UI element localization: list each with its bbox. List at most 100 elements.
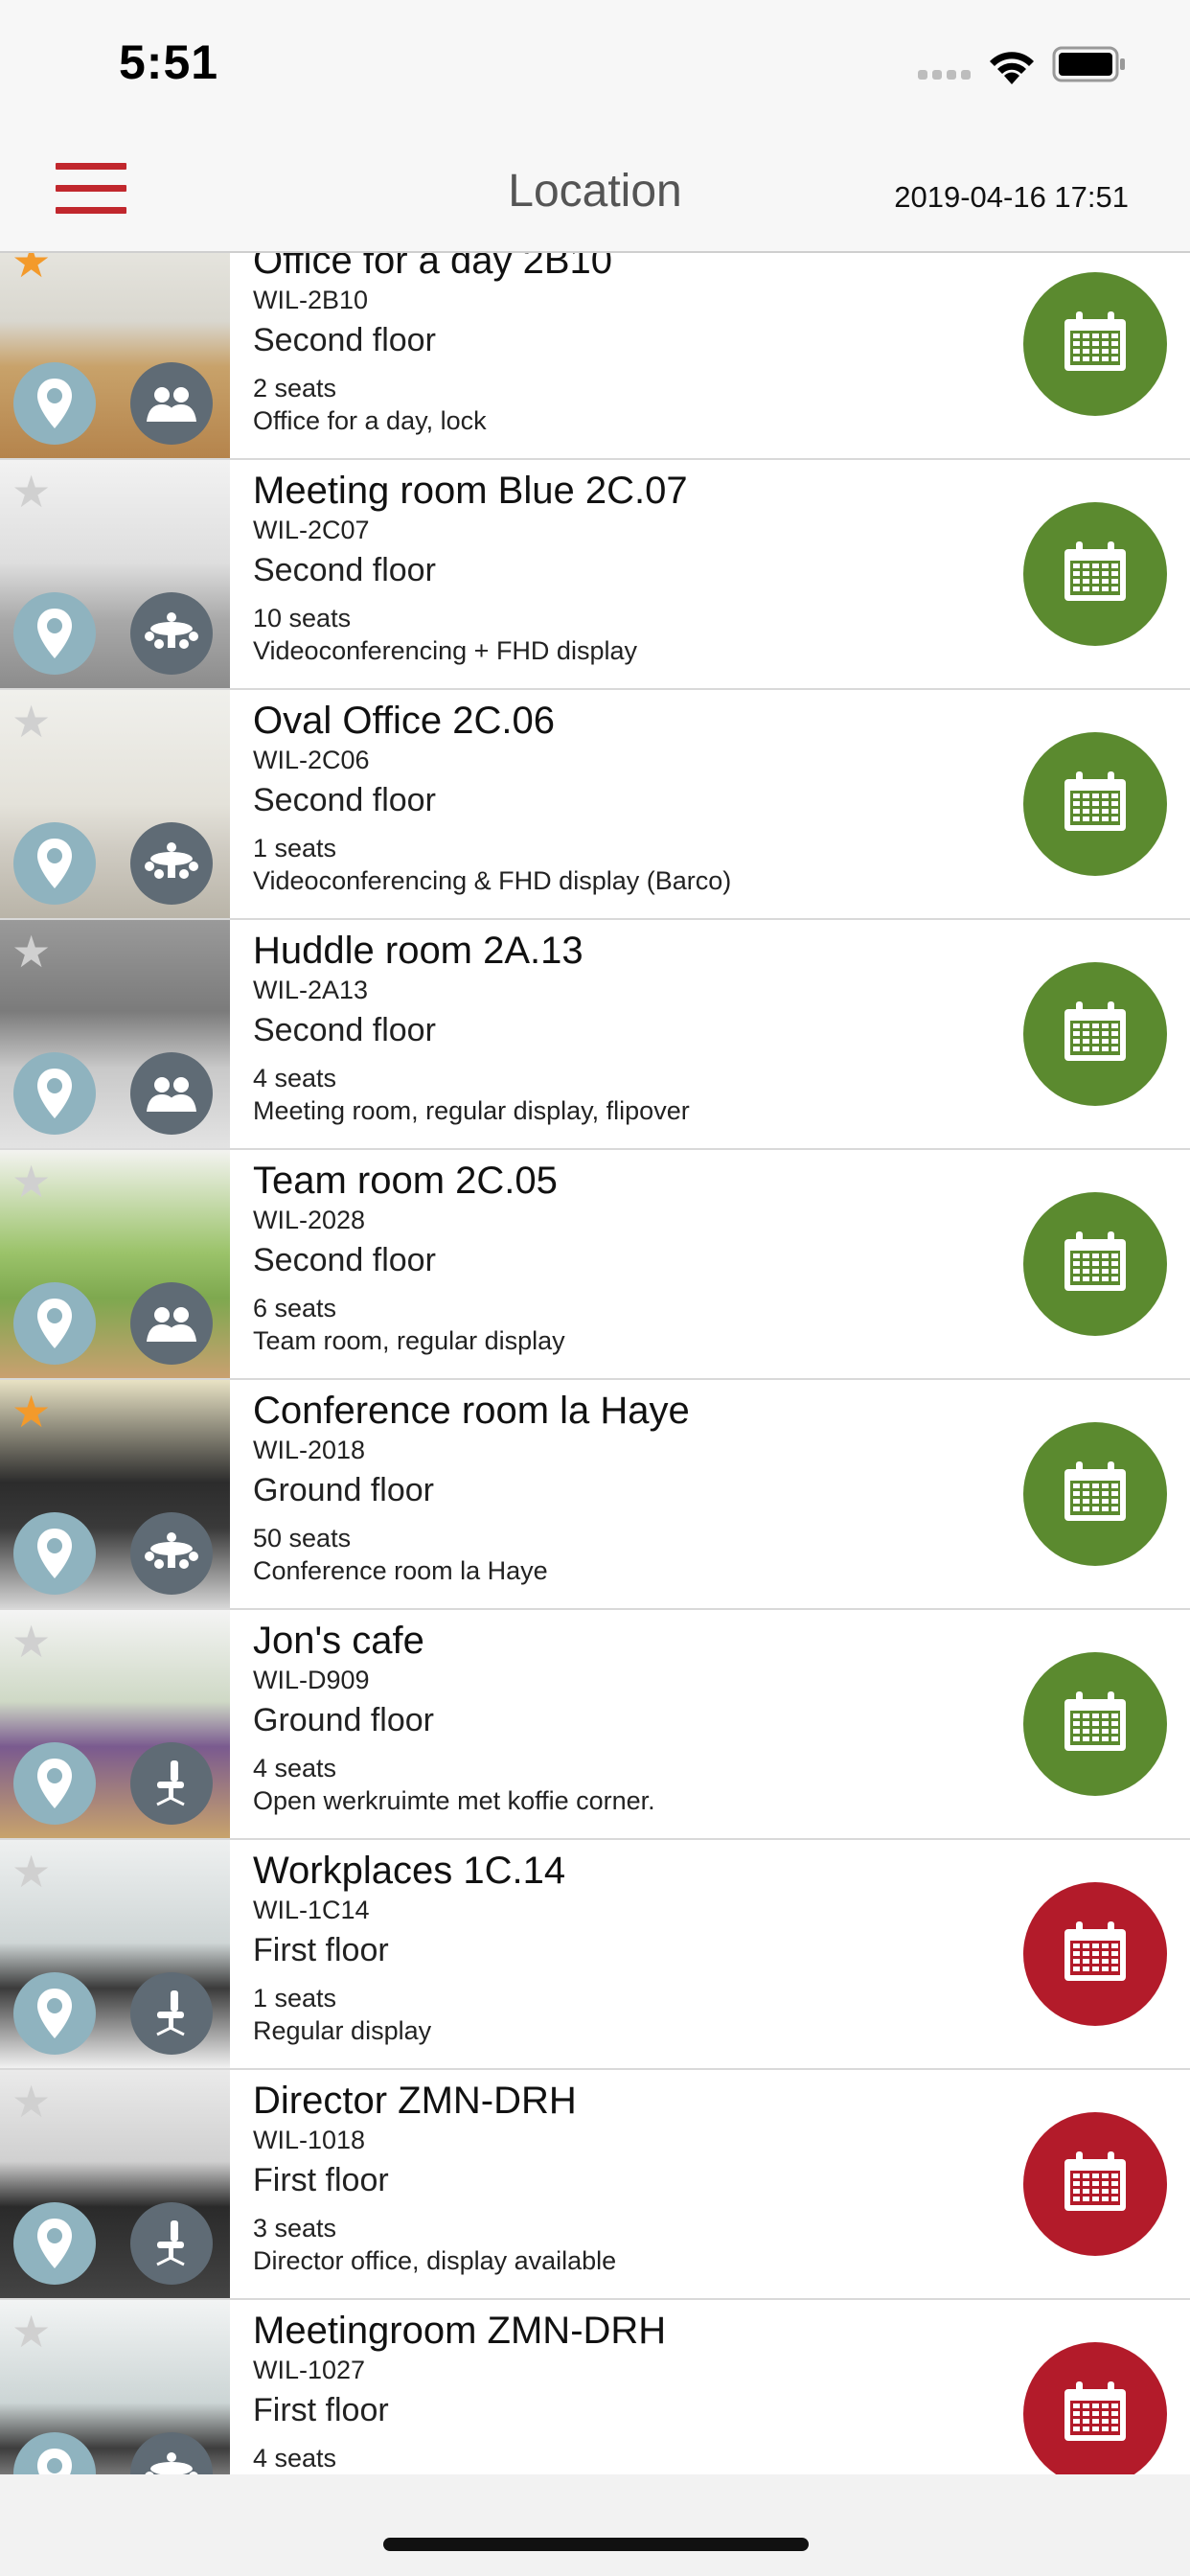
favorite-star-icon[interactable]: ★	[11, 1620, 51, 1664]
calendar-icon	[1061, 1920, 1130, 1990]
book-calendar-button[interactable]	[1023, 732, 1167, 876]
room-code: WIL-1018	[253, 2126, 366, 2154]
book-calendar-button[interactable]	[1023, 1652, 1167, 1796]
room-thumbnail[interactable]: ★	[0, 920, 230, 1148]
room-info[interactable]: Team room 2C.05 WIL-2028 Second floor 6 sea…	[253, 1150, 981, 1378]
favorite-star-icon[interactable]: ★	[11, 930, 51, 974]
map-pin-icon[interactable]	[13, 2202, 96, 2285]
list-item[interactable]: ★ Director ZMN-DRH WIL-1018 First floor 3 se…	[0, 2070, 1190, 2300]
room-title: Jon's cafe	[253, 1620, 424, 1662]
favorite-star-icon[interactable]: ★	[11, 2080, 51, 2124]
current-datetime: 2019-04-16 17:51	[894, 180, 1129, 214]
favorite-star-icon[interactable]: ★	[11, 1850, 51, 1894]
room-title: Office for a day 2B10	[253, 253, 613, 282]
list-item[interactable]: ★ Oval Office 2C.06 WIL-2C06 Second floor 1 …	[0, 690, 1190, 920]
book-calendar-button[interactable]	[1023, 962, 1167, 1106]
favorite-star-icon[interactable]: ★	[11, 253, 51, 284]
room-floor: First floor	[253, 1932, 389, 1968]
status-bar: 5:51	[0, 0, 1190, 134]
room-info[interactable]: Jon's cafe WIL-D909 Ground floor 4 seats Ope…	[253, 1610, 981, 1838]
map-pin-icon[interactable]	[13, 592, 96, 675]
favorite-star-icon[interactable]: ★	[11, 470, 51, 514]
room-seats: 6 seats	[253, 1294, 337, 1322]
location-list[interactable]: ★ Office for a day 2B10 WIL-2B10 Second flo…	[0, 253, 1190, 2474]
home-indicator[interactable]	[383, 2538, 809, 2551]
room-thumbnail[interactable]: ★	[0, 2070, 230, 2298]
room-thumbnail[interactable]: ★	[0, 1610, 230, 1838]
room-code: WIL-2C07	[253, 516, 370, 544]
room-thumbnail[interactable]: ★	[0, 2300, 230, 2474]
room-seats: 1 seats	[253, 1984, 337, 2012]
map-pin-icon[interactable]	[13, 1282, 96, 1365]
map-pin-icon[interactable]	[13, 362, 96, 445]
list-item[interactable]: ★ Workplaces 1C.14 WIL-1C14 First floor 1 se…	[0, 1840, 1190, 2070]
book-calendar-button[interactable]	[1023, 1192, 1167, 1336]
list-item[interactable]: ★ Jon's cafe WIL-D909 Ground floor 4 seats Op…	[0, 1610, 1190, 1840]
room-thumbnail[interactable]: ★	[0, 690, 230, 918]
room-description: Director office, display available	[253, 2246, 617, 2275]
map-pin-icon[interactable]	[13, 1972, 96, 2055]
map-pin-icon[interactable]	[13, 1052, 96, 1135]
office-chair-icon	[130, 1972, 213, 2055]
book-calendar-button[interactable]	[1023, 2112, 1167, 2256]
room-seats: 3 seats	[253, 2214, 337, 2242]
room-code: WIL-2B10	[253, 286, 369, 314]
list-item[interactable]: ★ Conference room la Haye WIL-2018 Ground f…	[0, 1380, 1190, 1610]
meeting-table-icon	[130, 592, 213, 675]
list-item[interactable]: ★ Office for a day 2B10 WIL-2B10 Second flo…	[0, 253, 1190, 460]
calendar-icon	[1061, 1000, 1130, 1070]
room-info[interactable]: Director ZMN-DRH WIL-1018 First floor 3 sea…	[253, 2070, 981, 2298]
room-floor: Second floor	[253, 1242, 436, 1278]
book-calendar-button[interactable]	[1023, 272, 1167, 416]
room-description: Team room, regular display	[253, 1326, 565, 1355]
room-info[interactable]: Office for a day 2B10 WIL-2B10 Second floo…	[253, 253, 981, 458]
favorite-star-icon[interactable]: ★	[11, 2310, 51, 2354]
room-seats: 2 seats	[253, 374, 337, 402]
book-calendar-button[interactable]	[1023, 1422, 1167, 1566]
room-seats: 10 seats	[253, 604, 352, 632]
room-info[interactable]: Meeting room Blue 2C.07 WIL-2C07 Second fl…	[253, 460, 981, 688]
room-description: Open werkruimte met koffie corner.	[253, 1786, 655, 1815]
room-info[interactable]: Meetingroom ZMN-DRH WIL-1027 First floor 4 …	[253, 2300, 981, 2474]
book-calendar-button[interactable]	[1023, 1882, 1167, 2026]
room-description: Meeting room, regular display, flipover	[253, 1096, 690, 1125]
room-code: WIL-2028	[253, 1206, 366, 1234]
status-time: 5:51	[119, 35, 219, 89]
people-icon	[130, 1282, 213, 1365]
map-pin-icon[interactable]	[13, 822, 96, 905]
room-floor: Second floor	[253, 1012, 436, 1048]
map-pin-icon[interactable]	[13, 1742, 96, 1825]
map-pin-icon[interactable]	[13, 1512, 96, 1595]
room-thumbnail[interactable]: ★	[0, 460, 230, 688]
room-code: WIL-2018	[253, 1436, 366, 1464]
list-item[interactable]: ★ Huddle room 2A.13 WIL-2A13 Second floor 4 …	[0, 920, 1190, 1150]
room-floor: Second floor	[253, 552, 436, 588]
book-calendar-button[interactable]	[1023, 502, 1167, 646]
favorite-star-icon[interactable]: ★	[11, 1390, 51, 1434]
meeting-table-icon	[130, 1512, 213, 1595]
room-floor: First floor	[253, 2392, 389, 2428]
room-info[interactable]: Oval Office 2C.06 WIL-2C06 Second floor 1 s…	[253, 690, 981, 918]
room-thumbnail[interactable]: ★	[0, 253, 230, 458]
favorite-star-icon[interactable]: ★	[11, 700, 51, 744]
list-item[interactable]: ★ Team room 2C.05 WIL-2028 Second floor 6 se…	[0, 1150, 1190, 1380]
home-area	[0, 2474, 1190, 2576]
room-seats: 4 seats	[253, 2444, 337, 2472]
room-info[interactable]: Conference room la Haye WIL-2018 Ground fl…	[253, 1380, 981, 1608]
room-description: Office for a day, lock	[253, 406, 487, 435]
room-info[interactable]: Huddle room 2A.13 WIL-2A13 Second floor 4 s…	[253, 920, 981, 1148]
room-thumbnail[interactable]: ★	[0, 1150, 230, 1378]
battery-icon	[1052, 46, 1125, 82]
favorite-star-icon[interactable]: ★	[11, 1160, 51, 1204]
book-calendar-button[interactable]	[1023, 2342, 1167, 2474]
room-info[interactable]: Workplaces 1C.14 WIL-1C14 First floor 1 sea…	[253, 1840, 981, 2068]
room-description: Regular display	[253, 2016, 432, 2045]
room-description: Videoconferencing + FHD display	[253, 636, 637, 665]
room-seats: 50 seats	[253, 1524, 352, 1552]
room-floor: Second floor	[253, 782, 436, 818]
room-thumbnail[interactable]: ★	[0, 1380, 230, 1608]
room-thumbnail[interactable]: ★	[0, 1840, 230, 2068]
list-item[interactable]: ★ Meeting room Blue 2C.07 WIL-2C07 Second f…	[0, 460, 1190, 690]
list-item[interactable]: ★ Meetingroom ZMN-DRH WIL-1027 First floor 4…	[0, 2300, 1190, 2474]
wifi-icon	[990, 52, 1034, 84]
